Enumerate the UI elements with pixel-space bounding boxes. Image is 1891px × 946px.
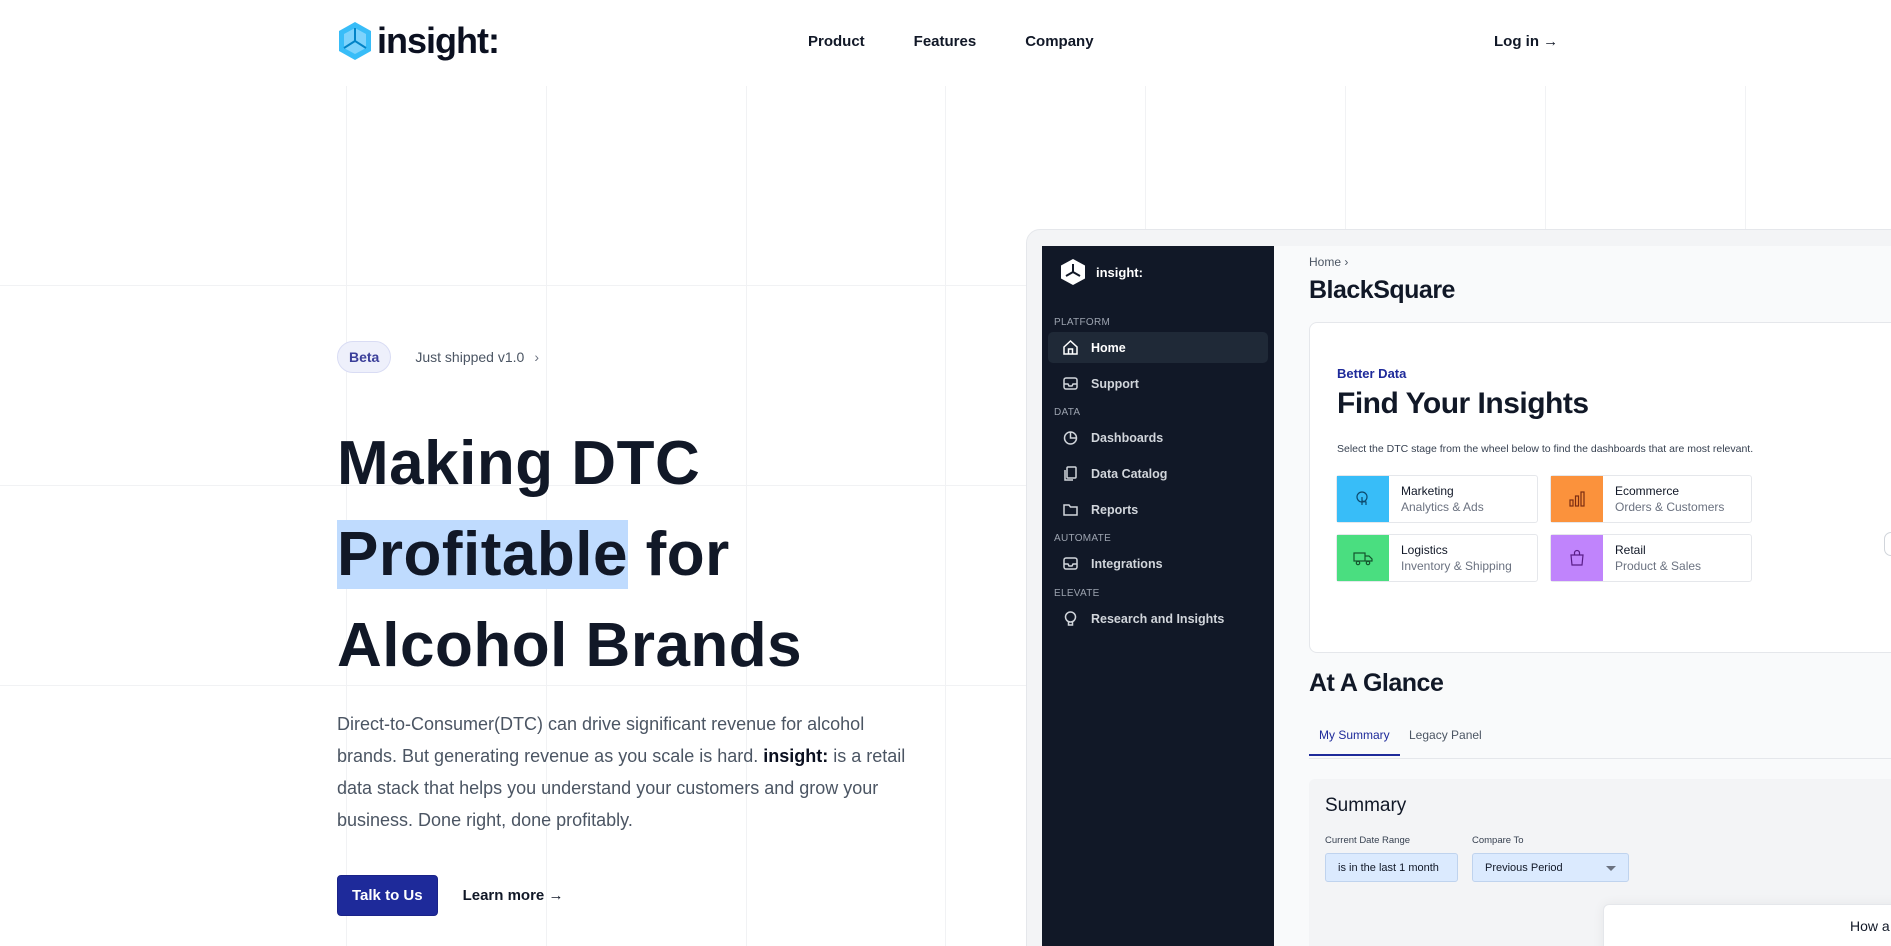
sidebar-item-label: Data Catalog: [1091, 466, 1168, 481]
tile-name: Retail: [1615, 543, 1646, 557]
tile-marketing[interactable]: Marketing Analytics & Ads: [1336, 475, 1538, 523]
chat-popup[interactable]: How a: [1603, 904, 1891, 946]
tile-subtitle: Product & Sales: [1615, 559, 1702, 573]
tile-logistics[interactable]: Logistics Inventory & Shipping: [1336, 534, 1538, 582]
inbox-icon: [1063, 377, 1078, 390]
sidebar-logo-text: insight:: [1096, 264, 1143, 280]
sidebar-logo[interactable]: insight:: [1060, 258, 1143, 286]
tile-name: Marketing: [1401, 484, 1454, 498]
hexagon-logo-icon: [1061, 259, 1085, 285]
sidebar-item-research[interactable]: Research and Insights: [1048, 603, 1268, 634]
section-elevate: ELEVATE: [1054, 588, 1100, 599]
truck-icon: [1337, 535, 1389, 581]
card-kicker: Better Data: [1337, 366, 1407, 381]
hero-title: Making DTC Profitable for Alcohol Brands: [337, 418, 897, 691]
page-title: BlackSquare: [1309, 276, 1455, 304]
tile-name: Ecommerce: [1615, 484, 1680, 498]
home-icon: [1063, 339, 1078, 355]
main-nav: Product Features Company: [808, 33, 1143, 50]
popup-text: How a: [1850, 918, 1890, 934]
sidebar-item-label: Support: [1091, 376, 1139, 391]
sidebar-item-data-catalog[interactable]: Data Catalog: [1048, 458, 1268, 489]
section-data: DATA: [1054, 407, 1081, 418]
compare-to-label: Compare To: [1472, 835, 1524, 846]
chevron-down-icon: [1606, 866, 1616, 871]
glance-tabs: My Summary Legacy Panel: [1309, 723, 1891, 759]
summary-title: Summary: [1325, 795, 1407, 816]
sidebar-item-label: Reports: [1091, 502, 1139, 517]
breadcrumb[interactable]: Home ›: [1309, 255, 1348, 269]
sidebar-item-home[interactable]: Home: [1048, 332, 1268, 363]
sidebar-item-reports[interactable]: Reports: [1048, 494, 1268, 525]
brand-logo[interactable]: insight:: [337, 20, 500, 62]
sidebar-item-label: Research and Insights: [1091, 611, 1225, 626]
date-range-field[interactable]: is in the last 1 month: [1325, 853, 1458, 882]
sidebar-item-integrations[interactable]: Integrations: [1048, 548, 1268, 579]
nav-features[interactable]: Features: [914, 33, 977, 50]
touch-icon: [1337, 476, 1389, 522]
description-brand: insight:: [763, 746, 829, 766]
tile-text: Ecommerce Orders & Customers: [1603, 476, 1724, 522]
hero-description: Direct-to-Consumer(DTC) can drive signif…: [337, 708, 917, 836]
talk-to-us-button[interactable]: Talk to Us: [337, 875, 438, 916]
at-a-glance-heading: At A Glance: [1309, 669, 1444, 697]
tile-name: Logistics: [1401, 543, 1448, 557]
sidebar-item-label: Integrations: [1091, 556, 1163, 571]
chevron-right-icon: ›: [534, 349, 539, 365]
card-description: Select the DTC stage from the wheel belo…: [1337, 443, 1754, 455]
app-sidebar: insight: PLATFORM Home Support DATA Dash…: [1042, 246, 1274, 946]
folder-icon: [1063, 504, 1078, 516]
tile-text: Retail Product & Sales: [1603, 535, 1701, 581]
learn-more-link[interactable]: Learn more →: [463, 887, 564, 904]
tile-subtitle: Analytics & Ads: [1401, 500, 1484, 514]
pie-chart-icon: [1063, 431, 1078, 445]
tile-text: Marketing Analytics & Ads: [1389, 476, 1484, 522]
bar-chart-icon: [1551, 476, 1603, 522]
announcement-text: Just shipped v1.0: [415, 349, 525, 365]
shopping-bag-icon: [1551, 535, 1603, 581]
tile-text: Logistics Inventory & Shipping: [1389, 535, 1512, 581]
title-line-2-rest: for: [627, 520, 730, 589]
nav-product[interactable]: Product: [808, 33, 865, 50]
chevron-right-icon: ›: [1344, 255, 1349, 269]
beta-badge: Beta: [337, 341, 392, 373]
top-navigation: insight: Product Features Company Log in…: [0, 0, 1891, 86]
tile-ecommerce[interactable]: Ecommerce Orders & Customers: [1550, 475, 1752, 523]
title-line-1: Making DTC: [337, 429, 701, 498]
sidebar-item-dashboards[interactable]: Dashboards: [1048, 422, 1268, 453]
title-line-3: Alcohol Brands: [337, 611, 803, 680]
tile-retail[interactable]: Retail Product & Sales: [1550, 534, 1752, 582]
title-highlight: Profitable: [337, 520, 628, 589]
login-link[interactable]: Log in →: [1494, 33, 1558, 50]
section-platform: PLATFORM: [1054, 317, 1111, 328]
compare-to-select[interactable]: Previous Period: [1472, 853, 1629, 882]
date-range-value: is in the last 1 month: [1338, 861, 1439, 874]
sidebar-item-label: Home: [1091, 340, 1126, 355]
compare-to-value: Previous Period: [1485, 861, 1563, 874]
cta-row: Talk to Us Learn more →: [337, 875, 563, 916]
insights-card: Better Data Find Your Insights Select th…: [1309, 322, 1891, 653]
date-range-label: Current Date Range: [1325, 835, 1411, 846]
announcement-badge[interactable]: Beta Just shipped v1.0 ›: [337, 341, 539, 373]
nav-company[interactable]: Company: [1025, 33, 1093, 50]
tile-subtitle: Orders & Customers: [1615, 500, 1725, 514]
sidebar-item-support[interactable]: Support: [1048, 368, 1268, 399]
inbox-icon: [1063, 557, 1078, 570]
breadcrumb-home: Home: [1309, 255, 1342, 269]
tab-my-summary[interactable]: My Summary: [1309, 728, 1400, 756]
tile-subtitle: Inventory & Shipping: [1401, 559, 1512, 573]
tab-legacy-panel[interactable]: Legacy Panel: [1409, 728, 1482, 754]
hexagon-logo-icon: [339, 22, 371, 60]
logo-wordmark: insight:: [377, 20, 500, 61]
card-title: Find Your Insights: [1337, 387, 1589, 420]
carousel-handle[interactable]: [1884, 532, 1891, 556]
section-automate: AUTOMATE: [1054, 533, 1112, 544]
lightbulb-icon: [1064, 611, 1077, 626]
documents-icon: [1064, 466, 1077, 481]
sidebar-item-label: Dashboards: [1091, 430, 1164, 445]
